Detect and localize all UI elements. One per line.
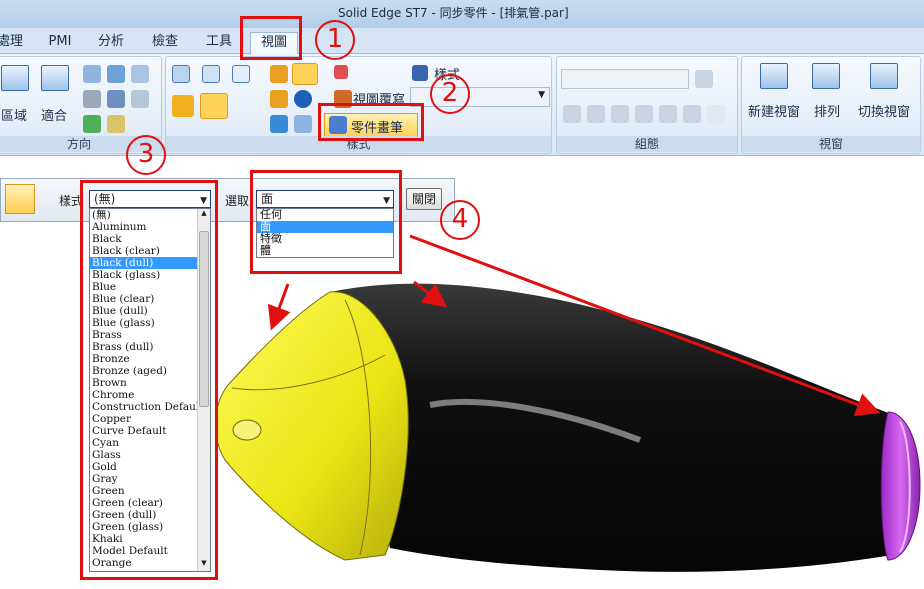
cone-opening <box>232 419 262 441</box>
close-button[interactable]: 關閉 <box>406 188 442 210</box>
pipe-body[interactable] <box>330 283 900 572</box>
annotation-number-2: 2 <box>430 74 470 114</box>
annotation-number-3: 3 <box>126 135 166 175</box>
part-painter-icon[interactable] <box>5 184 35 214</box>
highlight-select-options <box>250 170 402 274</box>
highlight-view-tab <box>240 16 302 60</box>
flange-end[interactable] <box>880 411 921 561</box>
highlight-style-list <box>80 180 218 580</box>
highlight-part-painter <box>318 103 424 141</box>
annotation-number-4: 4 <box>440 200 480 240</box>
annotation-number-1: 1 <box>315 20 355 60</box>
